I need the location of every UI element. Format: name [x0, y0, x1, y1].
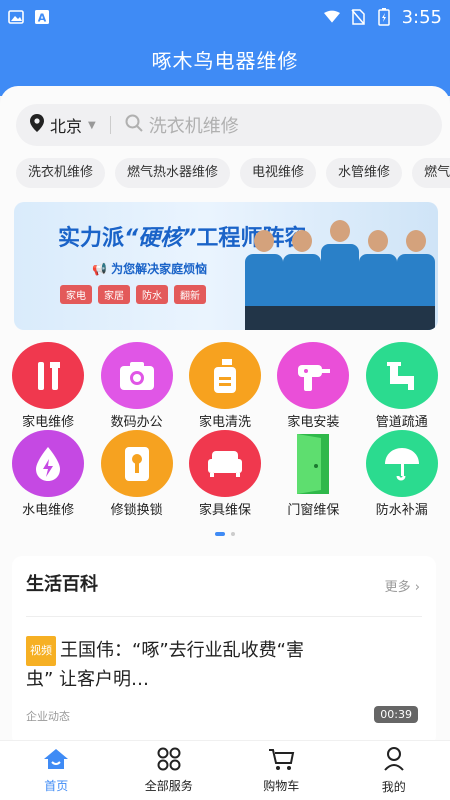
drill-icon: [277, 342, 350, 409]
divider: [26, 616, 422, 617]
service-label: 水电维修: [22, 503, 75, 518]
horn-icon: 📢: [92, 262, 107, 276]
home-icon: [42, 747, 70, 775]
engineer-figure: [282, 230, 322, 330]
service-water-electric[interactable]: 水电维修: [8, 430, 88, 518]
tab-home[interactable]: 首页: [16, 747, 96, 794]
tab-label: 我的: [381, 780, 406, 794]
water-drop-bolt-icon: [12, 430, 85, 497]
sofa-icon: [188, 430, 261, 497]
search-input[interactable]: 洗衣机维修: [149, 112, 239, 138]
service-digital-office[interactable]: 数码办公: [97, 342, 177, 430]
video-duration: 00:39: [374, 706, 418, 723]
tab-all-services[interactable]: 全部服务: [129, 747, 209, 794]
service-label: 家电维修: [22, 415, 75, 430]
tab-cart[interactable]: 购物车: [241, 747, 321, 794]
more-link[interactable]: 更多 ›: [385, 576, 420, 595]
wrench-screwdriver-icon: [12, 342, 85, 409]
article-title: 王国伟：“啄”去行业乱收费“害虫” 让客户明…: [26, 640, 304, 690]
service-label: 家电安装: [287, 415, 340, 430]
service-appliance-install[interactable]: 家电安装: [273, 342, 353, 430]
tab-label: 全部服务: [144, 779, 193, 793]
service-waterproof[interactable]: 防水补漏: [362, 430, 442, 518]
banner-tag: 翻新: [174, 285, 206, 304]
chevron-right-icon: ›: [414, 580, 420, 595]
service-lock[interactable]: 修锁换锁: [97, 430, 177, 518]
life-encyclopedia-card: 生活百科 更多 › 视频 王国伟：“啄”去行业乱收费“害虫” 让客户明… 企业动态…: [12, 556, 436, 746]
grid-services-icon: [156, 747, 182, 775]
engineer-figure: [244, 230, 284, 330]
video-badge: 视频: [26, 636, 56, 666]
service-label: 防水补漏: [375, 503, 428, 518]
service-pipe-unclog[interactable]: 管道疏通: [362, 342, 442, 430]
lock-key-icon: [100, 430, 173, 497]
chip-gas-stove[interactable]: 燃气灶: [412, 158, 450, 188]
service-appliance-repair[interactable]: 家电维修: [8, 342, 88, 430]
cart-icon: [267, 747, 295, 775]
door-icon: [277, 430, 349, 497]
banner-tags: 家电 家居 防水 翻新: [60, 285, 206, 304]
chip-tv[interactable]: 电视维修: [240, 158, 317, 188]
chip-gas-water-heater[interactable]: 燃气热水器维修: [115, 158, 231, 188]
tab-label: 购物车: [263, 779, 300, 793]
banner-tag: 家电: [60, 285, 92, 304]
service-grid: 家电维修 数码办公 家电清洗 家电安装 管道疏通 水电维修 修锁换锁 家具维保 …: [0, 342, 450, 518]
service-label: 家具维保: [198, 503, 251, 518]
image-notification-icon: [8, 9, 24, 25]
engineer-figure: [320, 220, 360, 330]
promo-banner[interactable]: 实力派“硬核”工程师阵容 📢 为您解决家庭烦恼 家电 家居 防水 翻新: [14, 202, 438, 330]
bottom-tab-bar: 首页 全部服务 购物车 我的: [0, 740, 450, 800]
service-label: 数码办公: [110, 415, 163, 430]
camera-icon: [100, 342, 173, 409]
chip-pipe[interactable]: 水管维修: [326, 158, 403, 188]
pipe-icon: [365, 342, 438, 409]
tab-profile[interactable]: 我的: [354, 746, 434, 795]
service-label: 门窗维保: [287, 503, 340, 518]
app-title: 啄木鸟电器维修: [151, 49, 299, 73]
search-bar[interactable]: 北京 ▼ 洗衣机维修: [16, 104, 442, 146]
main-content: 北京 ▼ 洗衣机维修 洗衣机维修 燃气热水器维修 电视维修 水管维修 燃气灶 实…: [0, 86, 450, 746]
service-row: 家电维修 数码办公 家电清洗 家电安装 管道疏通: [0, 342, 450, 430]
spray-bottle-icon: [188, 342, 261, 409]
city-selector[interactable]: 北京 ▼: [30, 113, 96, 137]
service-appliance-cleaning[interactable]: 家电清洗: [185, 342, 265, 430]
service-door-window[interactable]: 门窗维保: [273, 430, 353, 518]
tab-label: 首页: [44, 779, 69, 793]
article-source: 企业动态: [26, 710, 70, 723]
pager-indicator: [0, 532, 450, 536]
search-divider: [109, 116, 111, 134]
pager-dot-active: [215, 532, 225, 536]
service-label: 修锁换锁: [110, 503, 163, 518]
chevron-down-icon: ▼: [88, 119, 96, 131]
banner-tag: 防水: [136, 285, 168, 304]
umbrella-icon: [365, 430, 438, 497]
article-headline[interactable]: 视频 王国伟：“啄”去行业乱收费“害虫” 让客户明…: [26, 636, 326, 694]
city-label: 北京: [50, 117, 83, 136]
section-title: 生活百科: [26, 574, 98, 595]
no-sim-icon: [350, 9, 366, 25]
status-bar: A 3:55: [0, 0, 450, 34]
banner-tag: 家居: [98, 285, 130, 304]
engineer-figure: [358, 230, 398, 330]
engineer-figure: [396, 230, 436, 330]
service-row: 水电维修 修锁换锁 家具维保 门窗维保 防水补漏: [0, 430, 450, 518]
svg-text:A: A: [38, 12, 47, 25]
pager-dot: [231, 532, 235, 536]
hot-search-chips: 洗衣机维修 燃气热水器维修 电视维修 水管维修 燃气灶: [16, 158, 450, 188]
service-furniture[interactable]: 家具维保: [185, 430, 265, 518]
wifi-icon: [323, 9, 340, 25]
text-notification-icon: A: [34, 9, 50, 25]
status-time: 3:55: [401, 6, 442, 28]
chip-washing-machine[interactable]: 洗衣机维修: [16, 158, 106, 188]
search-icon: [125, 114, 143, 136]
profile-icon: [382, 746, 406, 776]
banner-subtitle: 📢 为您解决家庭烦恼: [92, 262, 208, 276]
battery-icon: [376, 8, 392, 26]
service-label: 家电清洗: [198, 415, 251, 430]
location-pin-icon: [30, 114, 44, 136]
service-label: 管道疏通: [375, 415, 428, 430]
